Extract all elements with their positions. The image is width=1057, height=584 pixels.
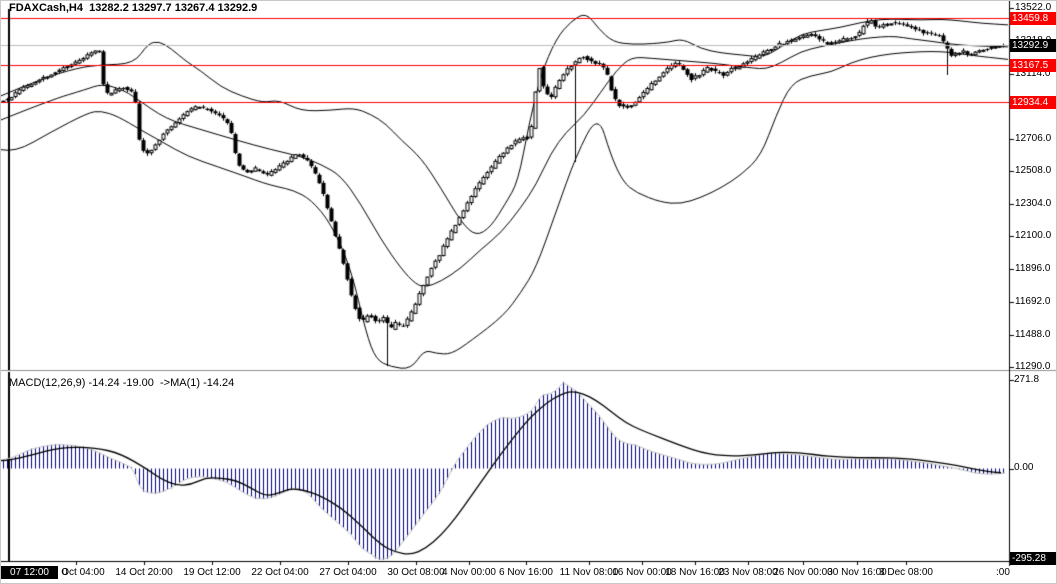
bid-price-box: 13292.9	[1010, 39, 1057, 52]
chart-window: FDAXCash,H4 13282.2 13297.7 13267.4 1329…	[0, 0, 1057, 584]
price-tick-label: 11488.0	[1015, 329, 1050, 341]
macd-indicator-label: MACD(12,26,9) -14.24 -19.00 ->MA(1) -14.…	[9, 377, 234, 389]
macd-min-box: -295.28	[1010, 552, 1057, 565]
time-axis-label: 6 Nov 16:00	[499, 567, 553, 579]
price-tick-label: 11896.0	[1015, 263, 1050, 275]
price-tick-label: 12100.0	[1015, 230, 1051, 242]
time-axis-label: 11 Nov 08:00	[560, 567, 619, 579]
time-axis-label: 14 Oct 20:00	[115, 567, 172, 579]
chart-canvas[interactable]	[1, 1, 1057, 584]
level-price-box: 12934.4	[1010, 96, 1057, 109]
time-axis-label: 22 Oct 04:00	[251, 567, 308, 579]
macd-axis-max-label: 271.8	[1014, 374, 1039, 386]
time-axis-label: 4 Nov 00:00	[442, 567, 496, 579]
price-tick-label: 12508.0	[1015, 165, 1051, 177]
price-tick-label: 11692.0	[1015, 296, 1050, 308]
time-axis-label: 3 Dec 08:00	[879, 567, 933, 579]
macd-axis-zero-label: 0.00	[1014, 462, 1033, 474]
level-price-box: 13167.5	[1010, 59, 1057, 72]
time-axis-label: 30 Oct 08:00	[387, 567, 444, 579]
time-axis-label: 27 Oct 04:00	[319, 567, 376, 579]
level-price-box: 13459.8	[1010, 12, 1057, 25]
time-axis-label: 19 Oct 12:00	[183, 567, 240, 579]
time-axis-label: 26 Nov 00:00	[773, 567, 833, 579]
price-tick-label: 12304.0	[1015, 198, 1051, 210]
price-tick-label: 12706.0	[1015, 133, 1051, 145]
time-axis-label: 30 Nov 16:00	[827, 567, 887, 579]
price-tick-label: 11290.0	[1015, 361, 1050, 373]
time-axis-label: 23 Nov 08:00	[718, 567, 778, 579]
time-axis-label: 18 Nov 16:00	[665, 567, 725, 579]
selected-time-box: 07 12:00	[1, 566, 58, 579]
time-label-fragment: 0	[62, 567, 68, 579]
time-axis-label: 16 Nov 00:00	[612, 567, 672, 579]
symbol-ohlc-title: FDAXCash,H4 13282.2 13297.7 13267.4 1329…	[9, 2, 257, 14]
time-label-right-fragment: :00	[996, 567, 1010, 579]
